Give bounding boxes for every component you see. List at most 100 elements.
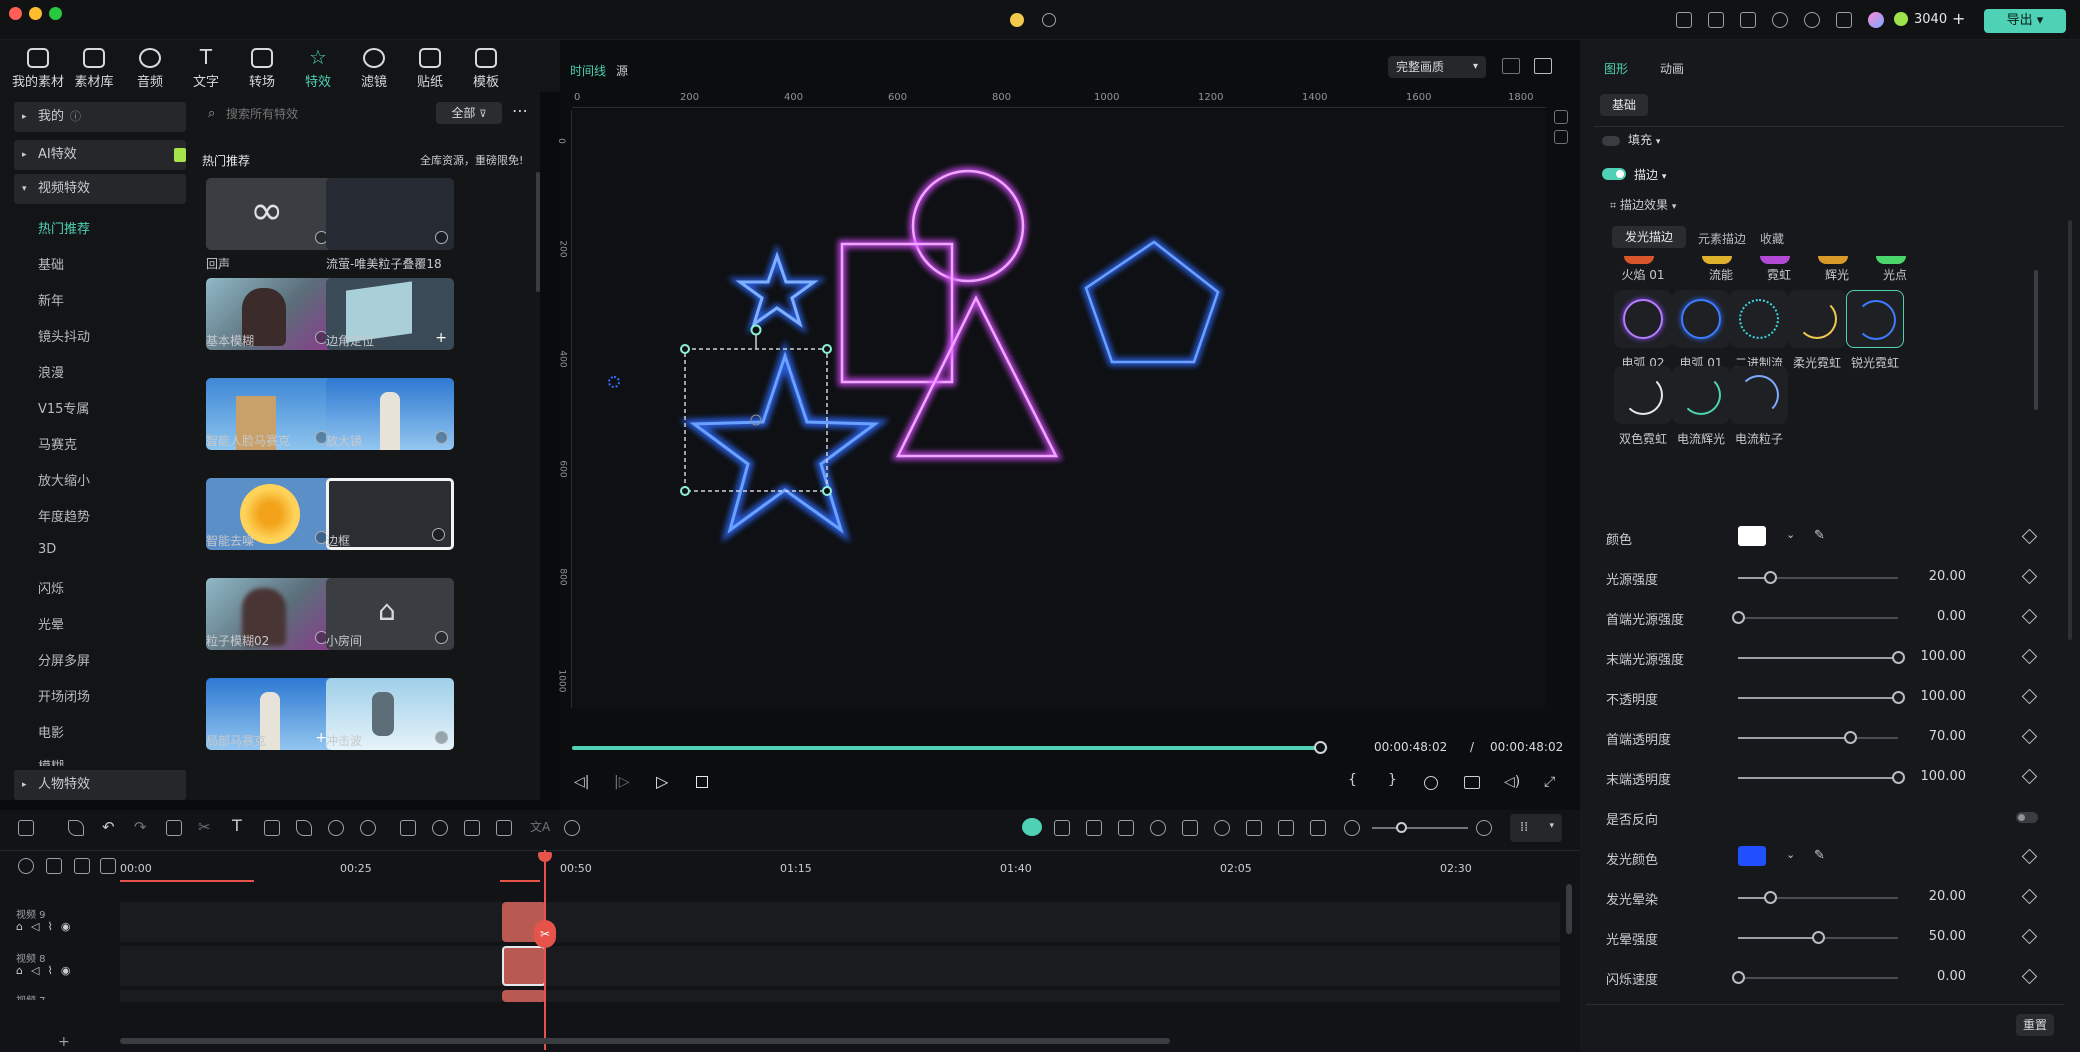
eyedropper-icon[interactable]: ✎	[1814, 528, 1825, 543]
work-area-marker[interactable]	[500, 880, 540, 882]
glow-effect-item[interactable]	[1672, 290, 1730, 348]
slider[interactable]	[1732, 971, 1898, 984]
download-icon[interactable]	[435, 731, 448, 744]
tab-source[interactable]: 源	[616, 62, 628, 79]
add-icon[interactable]: +	[58, 1034, 70, 1050]
text-tool-icon[interactable]: T	[232, 816, 242, 835]
effects-scrollbar[interactable]	[2034, 270, 2038, 410]
slider-value[interactable]: 70.00	[1906, 729, 1966, 744]
slider[interactable]	[1738, 571, 1898, 584]
resize-handle[interactable]	[680, 344, 690, 354]
keyframe-icon[interactable]	[2021, 768, 2038, 785]
translate-icon[interactable]: 文A	[530, 818, 550, 835]
play-icon[interactable]: ▷	[656, 772, 668, 791]
preview-canvas[interactable]	[572, 110, 1546, 708]
slider-knob[interactable]	[1812, 931, 1825, 944]
mixer-icon[interactable]	[1246, 820, 1262, 836]
subcategory-item[interactable]: 分屏多屏	[38, 650, 90, 669]
image-icon[interactable]	[1118, 820, 1134, 836]
grid-apps-icon[interactable]	[1836, 12, 1852, 28]
download-icon[interactable]	[435, 631, 448, 644]
slider[interactable]	[1738, 891, 1898, 904]
glow-effect-item[interactable]	[1672, 366, 1730, 424]
video-track[interactable]	[120, 902, 1560, 942]
nav-effects[interactable]: ☆ 特效	[290, 47, 346, 90]
snapshot-icon[interactable]	[1464, 776, 1480, 789]
effect-tab-glow[interactable]: 发光描边	[1612, 226, 1686, 248]
save-icon[interactable]	[1740, 12, 1756, 28]
subcategory-item[interactable]: 新年	[38, 290, 64, 309]
slider[interactable]	[1738, 931, 1898, 944]
reset-button[interactable]: 重置	[2016, 1014, 2054, 1036]
subcategory-item[interactable]: 马赛克	[38, 434, 77, 453]
playhead[interactable]	[544, 850, 546, 1050]
effect-preview[interactable]	[1876, 256, 1906, 264]
canvas-tool-icon[interactable]	[1554, 130, 1568, 144]
redo-icon[interactable]: ↷	[134, 818, 147, 836]
glow-effect-item[interactable]	[1730, 366, 1788, 424]
zoom-slider[interactable]	[1372, 822, 1468, 833]
resize-handle[interactable]	[680, 486, 690, 496]
triangle-shape[interactable]	[891, 289, 1063, 460]
ai-copilot-icon[interactable]	[1022, 818, 1042, 836]
keyframe-icon[interactable]	[2021, 568, 2038, 585]
resize-handle[interactable]	[822, 486, 832, 496]
keyframe-icon[interactable]	[2021, 848, 2038, 865]
slider-value[interactable]: 0.00	[1906, 969, 1966, 984]
zoom-knob[interactable]	[1396, 822, 1407, 833]
download-icon[interactable]	[432, 528, 445, 541]
view-options-button[interactable]: ⁞⁞ ▾	[1510, 814, 1562, 842]
panel-scrollbar[interactable]	[2068, 220, 2072, 640]
check-circle-icon[interactable]	[1042, 13, 1056, 27]
color-swatch[interactable]	[1738, 526, 1766, 546]
add-track-icon[interactable]	[74, 858, 90, 874]
volume-icon[interactable]: ◁)	[1504, 774, 1520, 790]
undo-icon[interactable]: ↶	[102, 818, 115, 836]
nav-audio[interactable]: 音频	[122, 48, 178, 90]
next-frame-icon[interactable]: |▷	[614, 774, 629, 790]
add-icon[interactable]: +	[435, 331, 447, 345]
slider[interactable]	[1738, 651, 1905, 664]
crop-icon[interactable]	[264, 820, 280, 836]
playback-progress[interactable]	[572, 741, 1328, 754]
slider-knob[interactable]	[1892, 691, 1905, 704]
nav-my-media[interactable]: 我的素材	[10, 48, 66, 90]
download-icon[interactable]	[435, 231, 448, 244]
zoom-in-icon[interactable]	[1476, 820, 1492, 836]
subcategory-item[interactable]: V15专属	[38, 398, 89, 417]
slider-value[interactable]: 100.00	[1906, 649, 1967, 664]
slider-knob[interactable]	[1732, 971, 1745, 984]
slider-value[interactable]: 20.00	[1906, 569, 1966, 584]
subcategory-item[interactable]: 3D	[38, 542, 56, 557]
stroke-effect-header[interactable]: ⌗ 描边效果 ▾	[1610, 196, 1676, 213]
slider[interactable]	[1738, 731, 1898, 744]
slider-knob[interactable]	[1764, 891, 1777, 904]
maximize-window-button[interactable]	[49, 7, 62, 20]
link-icon[interactable]	[1086, 820, 1102, 836]
nav-library[interactable]: 素材库	[66, 48, 122, 90]
shield-icon[interactable]	[1182, 820, 1198, 836]
cloud-icon[interactable]	[1772, 12, 1788, 28]
add-credits-button[interactable]: +	[1952, 10, 1965, 28]
subcategory-item[interactable]: 电影	[38, 722, 64, 741]
slider-value[interactable]: 50.00	[1906, 929, 1966, 944]
select-tool-icon[interactable]	[68, 820, 84, 836]
effect-preview[interactable]	[1760, 256, 1790, 264]
category-people-effects[interactable]: ▸ 人物特效	[14, 770, 186, 800]
scrollbar[interactable]	[536, 172, 540, 292]
subcategory-item[interactable]: 开场闭场	[38, 686, 90, 705]
layout-icon[interactable]	[18, 820, 34, 836]
settings-icon[interactable]	[1424, 776, 1438, 790]
mask-icon[interactable]	[464, 820, 480, 836]
export-button[interactable]: 导出 ▾	[1984, 9, 2066, 33]
keyframe-icon[interactable]	[2021, 968, 2038, 985]
nav-filters[interactable]: 滤镜	[346, 48, 402, 90]
slider-value[interactable]: 20.00	[1906, 889, 1966, 904]
ai-effect-icon[interactable]	[432, 820, 448, 836]
zoom-out-icon[interactable]	[1344, 820, 1360, 836]
replace-icon[interactable]	[1278, 820, 1294, 836]
effect-preview[interactable]	[1818, 256, 1848, 264]
canvas-tool-icon[interactable]	[1554, 110, 1568, 124]
effect-tab-element[interactable]: 元素描边	[1698, 230, 1746, 247]
effect-thumbnail[interactable]: ∞	[206, 178, 334, 250]
